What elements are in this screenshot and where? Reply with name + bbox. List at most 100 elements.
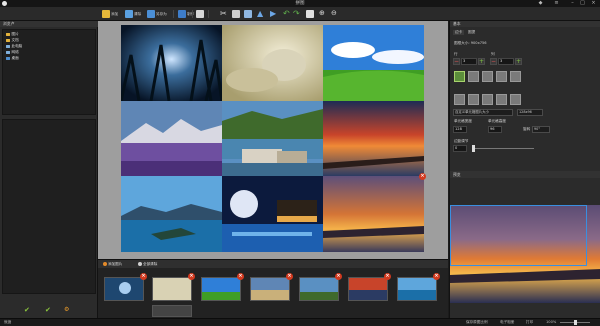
collage-cell-1[interactable]: [121, 25, 222, 101]
cut-icon[interactable]: ✂: [220, 9, 227, 18]
cell-size-select[interactable]: 128x96: [517, 109, 543, 116]
thumbnail-8[interactable]: [152, 305, 192, 317]
folder-tree: 图片 文档 此电脑 网络 桌面: [2, 29, 96, 115]
check-all-icon[interactable]: ✔: [45, 306, 51, 314]
zoom-in-icon[interactable]: ⊕: [319, 9, 325, 17]
preview-header: 预览: [450, 171, 600, 178]
tree-item-documents[interactable]: 文档: [6, 38, 19, 43]
collage-cell-8[interactable]: [222, 176, 323, 252]
layout-preset-9[interactable]: [496, 94, 507, 105]
layout-preset-7[interactable]: [468, 94, 479, 105]
collage-cell-3[interactable]: [323, 25, 424, 101]
clear-all-tab[interactable]: 全部清除: [138, 261, 157, 267]
thumb-delete-button[interactable]: ×: [335, 273, 342, 280]
thumbnail-2[interactable]: [152, 277, 192, 301]
close-button[interactable]: ×: [589, 0, 598, 7]
copy-icon[interactable]: [232, 10, 240, 18]
skin-icon[interactable]: ◆: [536, 0, 545, 7]
check-icon[interactable]: ✔: [24, 306, 30, 314]
tab-frame[interactable]: 圈提: [468, 30, 475, 35]
mirror-icon[interactable]: ▶: [270, 9, 276, 18]
file-list[interactable]: [2, 119, 96, 294]
collage-cell-6[interactable]: [323, 101, 424, 176]
spacing-label: 边距调节: [454, 139, 469, 143]
collage-cell-5[interactable]: [222, 101, 323, 176]
cell-width-input[interactable]: 128: [453, 126, 467, 133]
tree-item-network[interactable]: 网络: [6, 50, 19, 55]
save-as-button[interactable]: 另存为: [147, 9, 167, 19]
layout-preset-5[interactable]: [510, 71, 521, 82]
zoom-slider-handle[interactable]: [574, 320, 577, 325]
layout-preset-6[interactable]: [454, 94, 465, 105]
status-bar: 就绪 保存原图比例 电子相册 打印 100%: [0, 318, 600, 325]
row-input[interactable]: 3: [461, 58, 477, 65]
collage-cell-9[interactable]: [323, 176, 424, 252]
thumbnail-6[interactable]: [348, 277, 388, 301]
cell-height-input[interactable]: 96: [488, 126, 502, 133]
rotate-right-icon[interactable]: ↷: [293, 9, 300, 18]
folder-icon: [6, 33, 10, 36]
tree-item-desktop[interactable]: 桌面: [6, 56, 19, 61]
video-icon[interactable]: [306, 10, 314, 18]
layout-preset-8[interactable]: [482, 94, 493, 105]
thumb-delete-button[interactable]: ×: [140, 273, 147, 280]
col-decrease-button[interactable]: −: [490, 58, 497, 65]
thumb-delete-button[interactable]: ×: [237, 273, 244, 280]
app-logo-icon: [2, 1, 7, 6]
tree-item-pictures[interactable]: 图片: [6, 32, 19, 37]
print-icon[interactable]: [196, 10, 204, 18]
menu-icon[interactable]: ≡: [552, 0, 561, 7]
thumbnail-7[interactable]: [397, 277, 437, 301]
spacing-slider-handle[interactable]: [472, 145, 475, 152]
layout-preset-10[interactable]: [510, 94, 521, 105]
settings-icon[interactable]: ⚙: [64, 306, 69, 314]
thumbnail-strip: 添加图片 全部清除 × × × × × × ×: [98, 259, 448, 318]
folder-icon: [6, 39, 10, 42]
cell-height-label: 单元格高度: [488, 119, 506, 123]
thumb-delete-button[interactable]: ×: [433, 273, 440, 280]
layout-preset-3[interactable]: [482, 71, 493, 82]
canvas-area: ×: [98, 21, 448, 259]
add-image-tab[interactable]: 添加图片: [103, 261, 122, 267]
tab-border[interactable]: 边卡: [453, 30, 465, 35]
spacing-slider-track[interactable]: [472, 148, 534, 149]
toolbar: 添加 清除 另存为 制作 ✂ ▲ ▶ ↶ ↷ ⊕ ⊖: [0, 7, 600, 21]
thumbnail-5[interactable]: [299, 277, 339, 301]
add-button[interactable]: 添加: [102, 9, 118, 19]
cell-width-label: 单元格宽度: [454, 119, 472, 123]
collage-cell-4[interactable]: [121, 101, 222, 176]
settings-panel: 基本 边卡 圈提 图框大小: 900x756 行 列 − 3 + − 3 + 自…: [449, 21, 600, 171]
rotate-left-icon[interactable]: ↶: [283, 9, 290, 18]
minimize-button[interactable]: –: [568, 0, 577, 7]
row-increase-button[interactable]: +: [478, 58, 485, 65]
collage-cell-2[interactable]: [222, 25, 323, 101]
layout-preset-4[interactable]: [496, 71, 507, 82]
network-icon: [6, 51, 10, 54]
thumb-delete-button[interactable]: ×: [286, 273, 293, 280]
make-icon: [178, 10, 186, 18]
strip-tabs: 添加图片 全部清除: [98, 260, 448, 268]
col-increase-button[interactable]: +: [515, 58, 522, 65]
collage-cell-7[interactable]: [121, 176, 222, 252]
computer-icon: [6, 45, 10, 48]
thumbnail-4[interactable]: [250, 277, 290, 301]
settings-header: 基本: [450, 21, 600, 27]
delete-cell-button[interactable]: ×: [419, 173, 426, 180]
zoom-out-icon[interactable]: ⊖: [331, 9, 337, 17]
paste-icon[interactable]: [244, 10, 252, 18]
tree-item-this-pc[interactable]: 此电脑: [6, 44, 22, 49]
thumb-delete-button[interactable]: ×: [188, 273, 195, 280]
spacing-input[interactable]: 0: [453, 145, 467, 152]
rotate-select[interactable]: 90°: [532, 126, 550, 133]
col-input[interactable]: 3: [498, 58, 514, 65]
maximize-button[interactable]: □: [578, 0, 587, 7]
thumbnail-1[interactable]: [104, 277, 144, 301]
flip-icon[interactable]: ▲: [257, 9, 263, 18]
row-decrease-button[interactable]: −: [453, 58, 460, 65]
layout-preset-1[interactable]: [454, 71, 465, 82]
thumb-delete-button[interactable]: ×: [384, 273, 391, 280]
layout-preset-2[interactable]: [468, 71, 479, 82]
clear-button[interactable]: 清除: [125, 9, 141, 19]
cell-size-mode-select[interactable]: 自定义单元格图片大小: [453, 109, 513, 116]
thumbnail-3[interactable]: [201, 277, 241, 301]
